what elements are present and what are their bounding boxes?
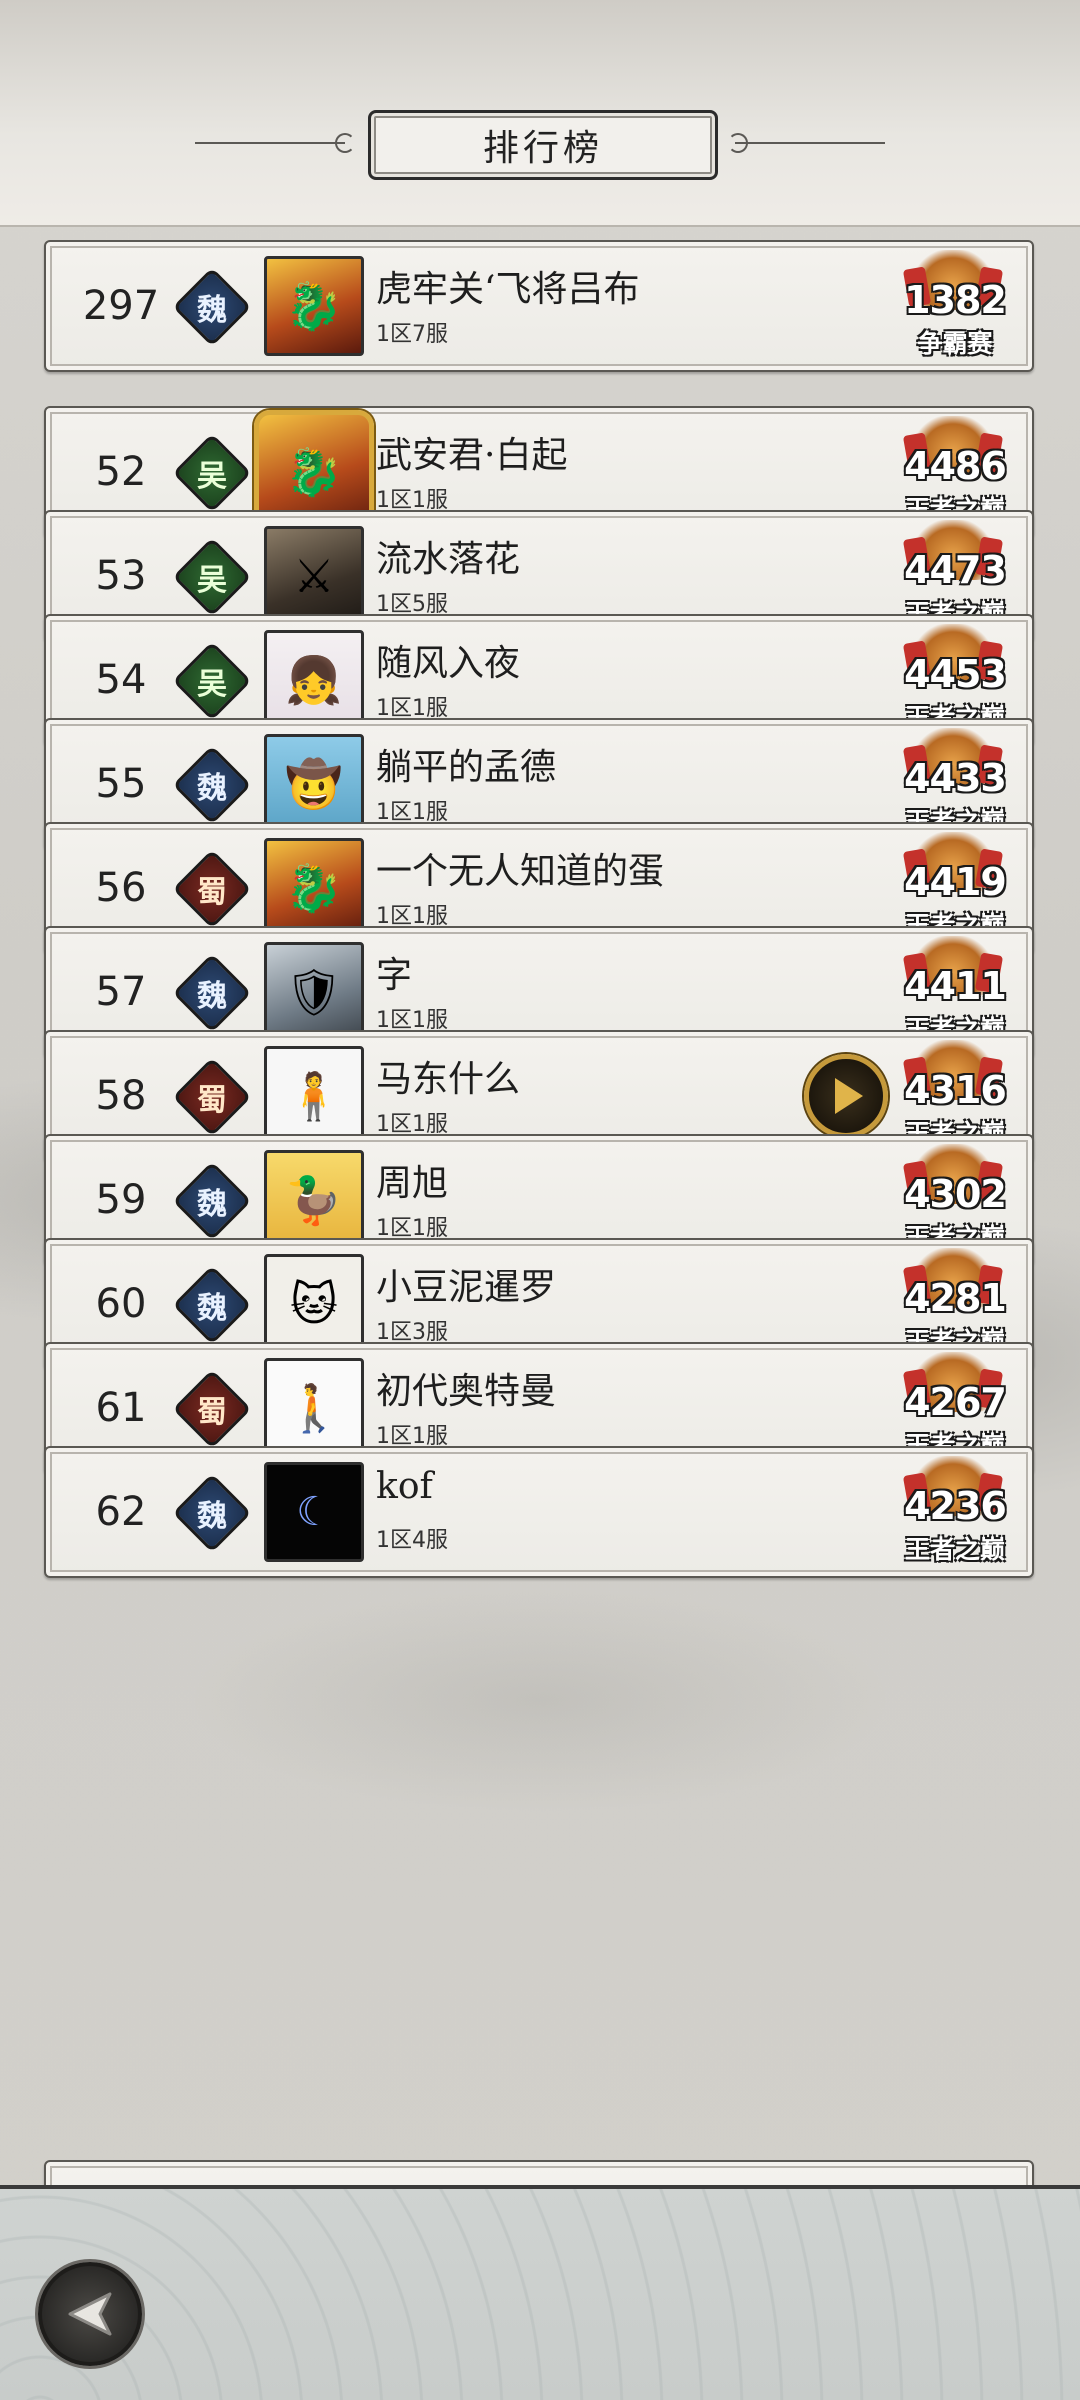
faction-emblem: 魏 — [172, 1265, 252, 1345]
rank-tier-badge: 1382 争霸赛 — [896, 250, 1014, 366]
faction-emblem: 魏 — [172, 953, 252, 1033]
faction-emblem: 魏 — [172, 267, 252, 347]
faction-emblem: 吴 — [172, 433, 252, 513]
faction-label: 魏 — [197, 1499, 227, 1534]
faction-label: 魏 — [197, 293, 227, 328]
faction-emblem: 蜀 — [172, 1057, 252, 1137]
cowboy-avatar[interactable]: 🤠 — [264, 734, 364, 834]
faction-emblem: 吴 — [172, 641, 252, 721]
player-name: kof — [376, 1466, 433, 1507]
footer-bar — [0, 2185, 1080, 2400]
score-value: 4236 — [904, 1484, 1007, 1528]
score-value: 4433 — [904, 756, 1007, 800]
avatar-image: 🐱 — [290, 1277, 338, 1331]
leaderboard-row[interactable]: 297 魏 🐉 虎牢关‘飞将吕布 1区7服 1382 争霸赛 — [44, 240, 1034, 372]
player-name: 小豆泥暹罗 — [376, 1267, 557, 1308]
player-name: 虎牢关‘飞将吕布 — [376, 269, 640, 310]
person-avatar[interactable]: 🧍 — [264, 1046, 364, 1146]
avatar-image: 🐉 — [285, 861, 343, 915]
tier-label: 争霸赛 — [917, 329, 993, 358]
hero-helmet-avatar[interactable]: 🐉 — [264, 838, 364, 938]
score-value: 4316 — [904, 1068, 1007, 1112]
score-value: 4281 — [904, 1276, 1007, 1320]
play-replay-button[interactable] — [804, 1054, 888, 1138]
player-name: 流水落花 — [376, 539, 521, 580]
faction-label: 蜀 — [197, 1083, 227, 1118]
score-value: 4419 — [904, 860, 1007, 904]
faction-label: 吴 — [197, 563, 227, 598]
title-decoration-left — [195, 142, 345, 144]
leaderboard-row[interactable]: 62 魏 ☾ kof 1区4服 4236 王者之巅 — [44, 1446, 1034, 1578]
back-arrow-icon — [68, 2292, 112, 2336]
player-name: 躺平的孟德 — [376, 747, 557, 788]
faction-emblem: 蜀 — [172, 1369, 252, 1449]
duck-avatar[interactable]: 🦆 — [264, 1150, 364, 1250]
hero-helmet-avatar[interactable]: 🐉 — [264, 256, 364, 356]
player-name: 武安君·白起 — [376, 435, 568, 476]
header: 排行榜 — [0, 0, 1080, 227]
score-value: 4267 — [904, 1380, 1007, 1424]
score-value: 4453 — [904, 652, 1007, 696]
faction-emblem: 魏 — [172, 1161, 252, 1241]
back-button[interactable] — [38, 2262, 142, 2366]
avatar-image: 🐉 — [285, 279, 343, 333]
sketch-avatar[interactable]: 🚶 — [264, 1358, 364, 1458]
player-name: 马东什么 — [376, 1059, 521, 1100]
warrior-avatar[interactable]: ⚔ — [264, 526, 364, 626]
faction-emblem: 蜀 — [172, 849, 252, 929]
score-value: 4473 — [904, 548, 1007, 592]
server-label: 1区4服 — [376, 1528, 448, 1553]
score-value: 4302 — [904, 1172, 1007, 1216]
player-name: 一个无人知道的蛋 — [376, 851, 665, 892]
avatar-image: ☾ — [296, 1489, 332, 1535]
faction-label: 魏 — [197, 1291, 227, 1326]
avatar-image: 🦆 — [285, 1173, 343, 1227]
title-decoration-right — [735, 142, 885, 144]
tier-label: 王者之巅 — [904, 1535, 1005, 1564]
rank-number: 62 — [95, 1489, 147, 1535]
avatar-image: 🛡 — [284, 965, 344, 1019]
faction-label: 蜀 — [197, 875, 227, 910]
avatar-image: ⚔ — [293, 549, 335, 603]
faction-emblem: 魏 — [172, 1473, 252, 1553]
server-label: 1区7服 — [376, 322, 448, 347]
page-title: 排行榜 — [482, 128, 603, 169]
faction-label: 吴 — [197, 459, 227, 494]
faction-label: 魏 — [197, 979, 227, 1014]
score-value: 4411 — [904, 964, 1007, 1008]
play-icon — [835, 1078, 863, 1114]
rank-tier-badge: 4236 王者之巅 — [896, 1456, 1014, 1572]
player-name: 周旭 — [376, 1163, 449, 1204]
title-plate: 排行榜 — [368, 110, 718, 180]
faction-label: 蜀 — [197, 1395, 227, 1430]
avatar-image: 🧍 — [285, 1069, 343, 1123]
score-value: 4486 — [904, 444, 1007, 488]
girl-avatar[interactable]: 👧 — [264, 630, 364, 730]
faction-label: 魏 — [197, 771, 227, 806]
avatar-image: 🤠 — [285, 757, 343, 811]
leaderboard-row-partial[interactable] — [44, 2160, 1034, 2185]
faction-label: 吴 — [197, 667, 227, 702]
cat-avatar[interactable]: 🐱 — [264, 1254, 364, 1354]
leaderboard-list[interactable]: 297 魏 🐉 虎牢关‘飞将吕布 1区7服 1382 争霸赛 52 吴 🐉 武安君·白起 1区1服 44… — [0, 240, 1080, 2185]
player-name: 随风入夜 — [376, 643, 521, 684]
player-name: 初代奥特曼 — [376, 1371, 557, 1412]
helmet-soldier-avatar[interactable]: 🛡 — [264, 942, 364, 1042]
player-name: 字 — [376, 955, 413, 996]
faction-label: 魏 — [197, 1187, 227, 1222]
avatar-image: 👧 — [285, 653, 343, 707]
title-curl-left — [335, 133, 355, 153]
moon-avatar[interactable]: ☾ — [264, 1462, 364, 1562]
score-value: 1382 — [904, 278, 1007, 322]
rank-number: 297 — [82, 283, 160, 329]
avatar-image: 🚶 — [285, 1381, 343, 1435]
avatar-image: 🐉 — [285, 445, 343, 499]
faction-emblem: 吴 — [172, 537, 252, 617]
faction-emblem: 魏 — [172, 745, 252, 825]
